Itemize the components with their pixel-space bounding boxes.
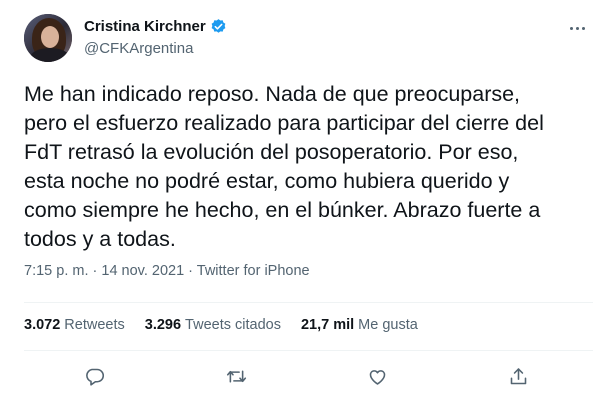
quotes-count: 3.296	[144, 317, 182, 333]
retweets-count: 3.072	[24, 317, 61, 333]
like-button[interactable]	[365, 364, 389, 388]
tweet-card: Cristina Kirchner @CFKArgentina Me han i…	[0, 0, 593, 406]
retweet-button[interactable]	[224, 364, 248, 388]
tweet-stats: 3.072 Retweets 3.296 Tweets citados 21,7 m…	[24, 317, 438, 333]
tweet-time[interactable]: 7:15 p. m.	[24, 263, 88, 279]
reply-icon	[85, 368, 104, 386]
avatar[interactable]	[24, 14, 72, 62]
more-dot	[581, 26, 585, 30]
more-dot	[569, 26, 573, 30]
share-icon	[510, 367, 526, 384]
meta-separator: ·	[184, 263, 197, 279]
more-dot	[575, 26, 579, 30]
author-name-row[interactable]: Cristina Kirchner	[84, 18, 227, 35]
heart-icon	[369, 369, 385, 385]
tweet-text: Me han indicado reposo. Nada de que preo…	[24, 82, 544, 251]
quotes-stat[interactable]: 3.296 Tweets citados	[145, 317, 281, 333]
retweets-label: Retweets	[64, 317, 125, 333]
retweet-icon	[226, 369, 246, 383]
divider	[24, 350, 593, 351]
more-options-icon[interactable]	[566, 18, 588, 38]
avatar-face	[41, 26, 59, 48]
tweet-actions	[0, 364, 593, 388]
tweet-source[interactable]: Twitter for iPhone	[197, 263, 310, 279]
divider	[24, 302, 593, 303]
tweet-meta: 7:15 p. m. · 14 nov. 2021 · Twitter for …	[24, 263, 310, 279]
author-handle[interactable]: @CFKArgentina	[84, 40, 193, 57]
verified-badge-icon	[211, 19, 226, 33]
likes-label: Me gusta	[358, 317, 418, 333]
author-name[interactable]: Cristina Kirchner	[84, 18, 206, 35]
retweets-stat[interactable]: 3.072 Retweets	[24, 317, 125, 333]
quotes-label: Tweets citados	[185, 317, 281, 333]
avatar-body	[30, 48, 70, 62]
likes-count: 21,7 mil	[300, 317, 355, 333]
likes-stat[interactable]: 21,7 mil Me gusta	[301, 317, 418, 333]
meta-separator: ·	[88, 263, 102, 279]
tweet-date[interactable]: 14 nov. 2021	[101, 263, 184, 279]
reply-button[interactable]	[82, 364, 106, 388]
share-button[interactable]	[506, 364, 530, 388]
